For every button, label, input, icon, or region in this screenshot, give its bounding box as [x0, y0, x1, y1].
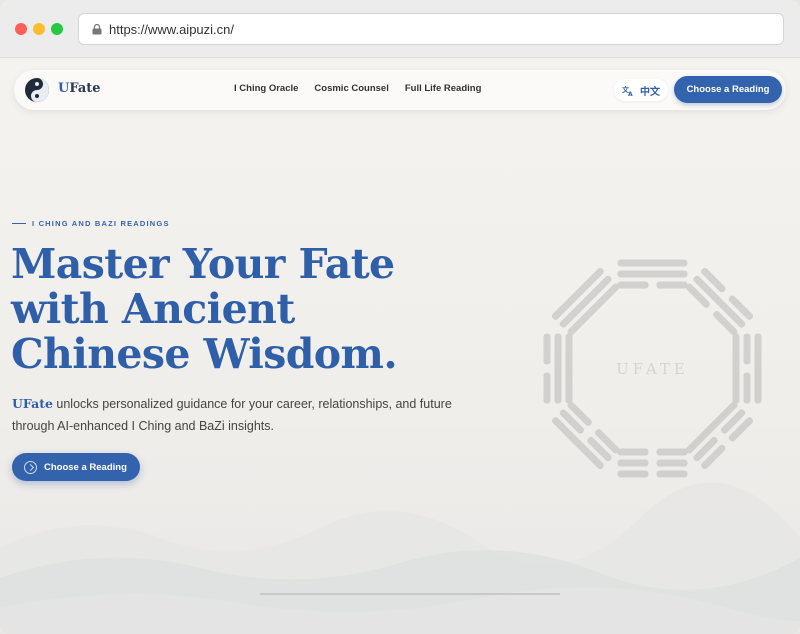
url-text: https://www.aipuzi.cn/: [109, 22, 234, 37]
yin-yang-logo-icon[interactable]: [24, 77, 50, 103]
translate-icon: 文 A: [622, 85, 633, 96]
brand-rest: Fate: [69, 81, 101, 96]
mountain-backdrop: [0, 482, 800, 634]
maximize-window-button[interactable]: [51, 23, 63, 35]
subtitle-text: unlocks personalized guidance for your c…: [12, 397, 452, 433]
close-window-button[interactable]: [15, 23, 27, 35]
nav-choose-reading-button[interactable]: Choose a Reading: [674, 76, 782, 103]
nav-link-i-ching-oracle[interactable]: I Ching Oracle: [234, 83, 298, 94]
minimize-window-button[interactable]: [33, 23, 45, 35]
language-label: 中文: [640, 86, 660, 98]
nav-link-cosmic-counsel[interactable]: Cosmic Counsel: [314, 83, 388, 94]
eyebrow-text: I CHING AND BAZI READINGS: [32, 219, 170, 228]
nav-links: I Ching Oracle Cosmic Counsel Full Life …: [234, 83, 481, 94]
hero-title-line-1: Master Your Fate: [11, 240, 395, 288]
svg-text:A: A: [628, 91, 633, 96]
hero-title: Master Your Fate with Ancient Chinese Wi…: [11, 242, 451, 377]
hero-title-line-2: with Ancient: [11, 285, 295, 333]
subtitle-brand: UFate: [12, 396, 53, 411]
eyebrow-line: [12, 223, 26, 224]
bagua-trigram-ring: UFATE: [530, 246, 775, 491]
compass-icon: [24, 460, 37, 474]
browser-chrome: https://www.aipuzi.cn/: [0, 0, 800, 58]
hero-subtitle: UFate unlocks personalized guidance for …: [12, 393, 482, 437]
address-bar[interactable]: https://www.aipuzi.cn/: [78, 13, 784, 45]
browser-window: https://www.aipuzi.cn/ UFate I Ching Ora…: [0, 0, 800, 634]
hero-choose-reading-button[interactable]: Choose a Reading: [12, 453, 140, 481]
page-content: UFate I Ching Oracle Cosmic Counsel Full…: [0, 58, 800, 634]
hero-title-line-3: Chinese Wisdom.: [11, 330, 398, 378]
language-switch[interactable]: 文 A 中文: [614, 79, 668, 101]
hero-eyebrow: I CHING AND BAZI READINGS: [12, 219, 170, 228]
bagua-center-label: UFATE: [616, 360, 689, 378]
lock-icon: [92, 24, 102, 35]
top-navbar: UFate I Ching Oracle Cosmic Counsel Full…: [14, 70, 786, 110]
brand-initial: U: [58, 81, 70, 96]
hero-cta-label: Choose a Reading: [44, 461, 127, 473]
nav-link-full-life-reading[interactable]: Full Life Reading: [405, 83, 482, 94]
brand-name[interactable]: UFate: [58, 81, 101, 96]
